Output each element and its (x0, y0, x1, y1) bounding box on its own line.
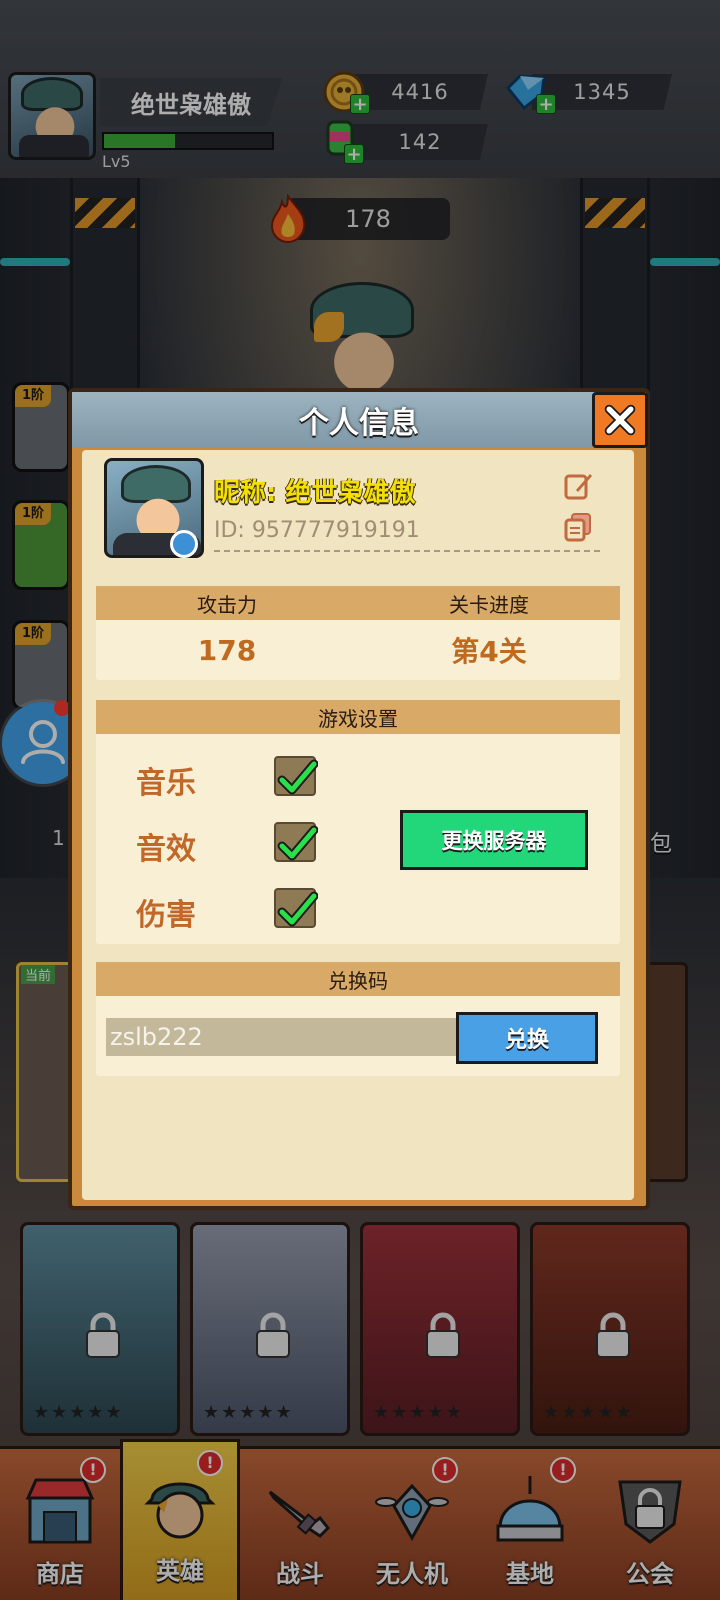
change-server-button[interactable]: 更换服务器 (400, 810, 588, 870)
stats-panel: 攻击力 关卡进度 178 第4关 (96, 586, 620, 680)
edit-icon[interactable] (562, 470, 594, 502)
stats-header: 攻击力 关卡进度 (96, 586, 620, 620)
stats-values: 178 第4关 (96, 620, 620, 680)
copy-icon[interactable] (562, 512, 594, 544)
game-settings-panel: 游戏设置 音乐 音效 伤害 更换服务器 (96, 700, 620, 944)
profile-dialog: 个人信息 昵称: 绝世枭雄傲 ID: 957777919191 攻击力 关卡进度… (68, 388, 650, 1210)
checkmark-icon (277, 825, 319, 861)
redeem-code-input[interactable] (106, 1018, 458, 1056)
checkmark-icon (277, 759, 319, 795)
sfx-checkbox[interactable] (274, 822, 319, 862)
close-icon (604, 404, 636, 436)
settings-header: 游戏设置 (96, 700, 620, 734)
nickname: 昵称: 绝世枭雄傲 (214, 478, 416, 508)
divider (214, 550, 600, 552)
music-label: 音乐 (136, 766, 196, 801)
damage-checkbox[interactable] (274, 888, 319, 928)
stage-progress-value: 第4关 (451, 635, 527, 668)
checkmark-icon (277, 891, 319, 927)
damage-label: 伤害 (136, 898, 196, 933)
sfx-label: 音效 (136, 832, 196, 867)
redeem-header: 兑换码 (96, 962, 620, 996)
music-checkbox[interactable] (274, 756, 319, 796)
redeem-code-panel: 兑换码 兑换 (96, 962, 620, 1076)
dialog-header: 个人信息 (72, 392, 648, 448)
dialog-body: 昵称: 绝世枭雄傲 ID: 957777919191 攻击力 关卡进度 178 … (82, 450, 634, 1200)
close-button[interactable] (592, 392, 648, 448)
player-id: ID: 957777919191 (214, 518, 420, 543)
attack-value: 178 (197, 633, 257, 667)
dialog-title: 个人信息 (299, 406, 419, 441)
stage-progress-label: 关卡进度 (449, 592, 529, 617)
attack-label: 攻击力 (197, 592, 257, 617)
avatar-badge-icon (170, 530, 198, 558)
redeem-button[interactable]: 兑换 (456, 1012, 598, 1064)
